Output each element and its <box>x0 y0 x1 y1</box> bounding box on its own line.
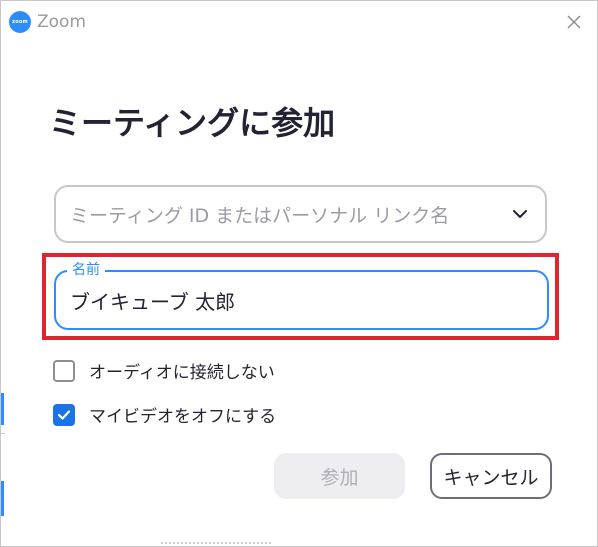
window-title: Zoom <box>37 12 87 32</box>
background-dots <box>161 542 271 546</box>
chevron-down-icon[interactable] <box>511 205 529 223</box>
background-divider <box>1 433 5 434</box>
no-audio-label: オーディオに接続しない <box>89 363 275 383</box>
video-off-checkbox[interactable] <box>53 403 75 426</box>
title-bar: zoom Zoom <box>1 1 597 43</box>
zoom-join-dialog: zoom Zoom ミーティングに参加 ミーティング ID またはパーソナル リ… <box>0 0 598 547</box>
close-button[interactable] <box>561 9 587 35</box>
close-icon <box>567 15 581 29</box>
meeting-id-combobox[interactable]: ミーティング ID またはパーソナル リンク名 <box>54 185 547 243</box>
checkmark-icon <box>57 409 71 420</box>
name-input-value[interactable]: ブイキューブ 太郎 <box>70 270 235 330</box>
option-video-off[interactable]: マイビデオをオフにする <box>53 402 276 427</box>
zoom-logo-icon: zoom <box>9 11 31 33</box>
no-audio-checkbox[interactable] <box>53 359 75 382</box>
join-button[interactable]: 参加 <box>274 453 405 499</box>
cancel-button[interactable]: キャンセル <box>430 453 552 499</box>
logo-text: zoom <box>12 19 28 25</box>
option-no-audio[interactable]: オーディオに接続しない <box>53 358 275 383</box>
meeting-id-placeholder: ミーティング ID またはパーソナル リンク名 <box>70 204 450 227</box>
page-title: ミーティングに参加 <box>49 104 336 142</box>
background-window-edge <box>1 393 4 425</box>
background-window-edge <box>1 481 4 516</box>
video-off-label: マイビデオをオフにする <box>89 407 277 427</box>
